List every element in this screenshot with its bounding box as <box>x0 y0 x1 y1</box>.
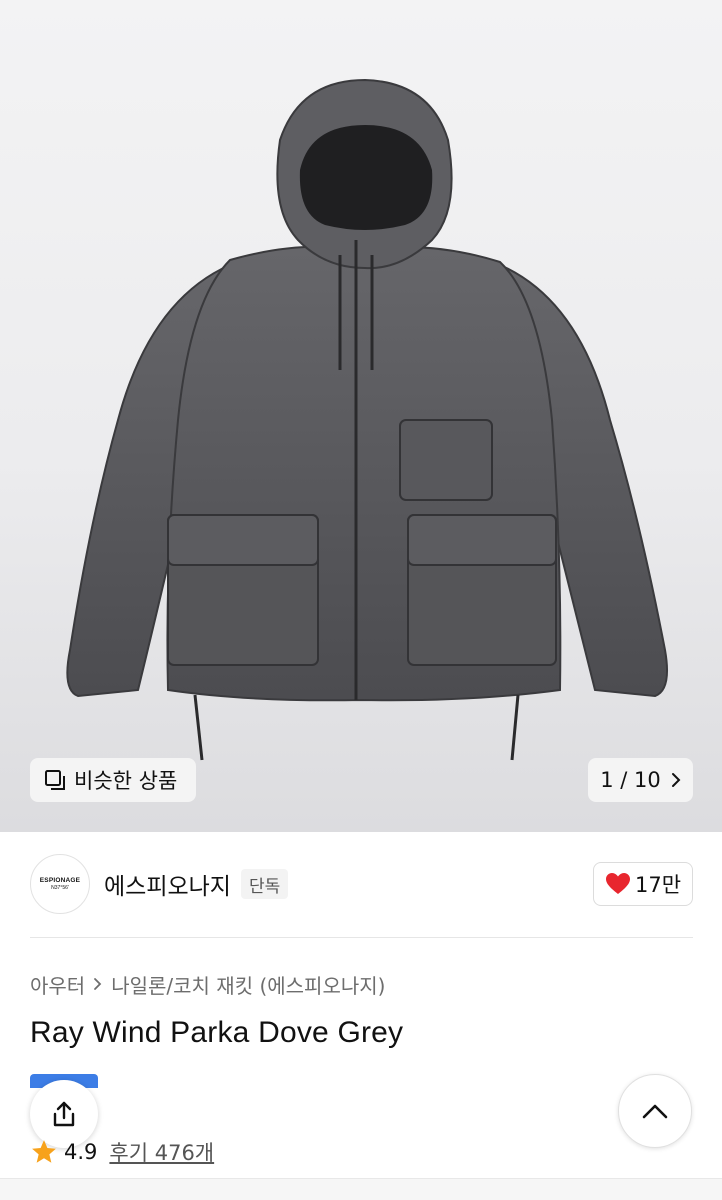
breadcrumb-item-outer[interactable]: 아우터 <box>30 970 85 999</box>
seller-row: ESPIONAGE N37°56' 에스피오나지 단독 17만 <box>30 854 693 914</box>
similar-products-button[interactable]: 비슷한 상품 <box>30 758 196 802</box>
like-button[interactable]: 17만 <box>593 862 693 906</box>
breadcrumb-item-category[interactable]: 나일론/코치 재킷 (에스피오나지) <box>111 970 385 999</box>
image-counter: 1 / 10 <box>600 768 661 792</box>
divider <box>30 937 693 938</box>
brand-logo[interactable]: ESPIONAGE N37°56' <box>30 854 90 914</box>
breadcrumb: 아우터 나일론/코치 재킷 (에스피오나지) <box>30 968 385 1000</box>
chevron-up-icon <box>642 1104 668 1119</box>
star-icon <box>32 1140 56 1163</box>
product-image-carousel[interactable]: 비슷한 상품 1 / 10 <box>0 0 722 832</box>
brand-logo-line2: N37°56' <box>51 885 69 891</box>
chevron-right-icon <box>671 773 681 787</box>
rating-row: 4.9 후기 476개 <box>30 1136 214 1168</box>
bottom-bar <box>0 1178 722 1200</box>
brand-logo-line1: ESPIONAGE <box>39 877 81 884</box>
stacked-squares-icon <box>45 770 65 790</box>
scroll-to-top-button[interactable] <box>618 1074 692 1148</box>
exclusive-badge: 단독 <box>240 869 289 899</box>
image-pager[interactable]: 1 / 10 <box>588 758 693 802</box>
product-photo-jacket <box>66 78 668 761</box>
share-icon <box>53 1101 75 1127</box>
reviews-link[interactable]: 후기 476개 <box>109 1137 214 1167</box>
like-count: 17만 <box>634 873 682 897</box>
rating-score: 4.9 <box>64 1140 98 1164</box>
heart-icon <box>605 873 630 894</box>
brand-name-link[interactable]: 에스피오나지 <box>104 867 231 901</box>
product-title: Ray Wind Parka Dove Grey <box>30 1016 404 1049</box>
chevron-right-icon <box>94 978 102 990</box>
similar-products-label: 비슷한 상품 <box>74 769 178 793</box>
